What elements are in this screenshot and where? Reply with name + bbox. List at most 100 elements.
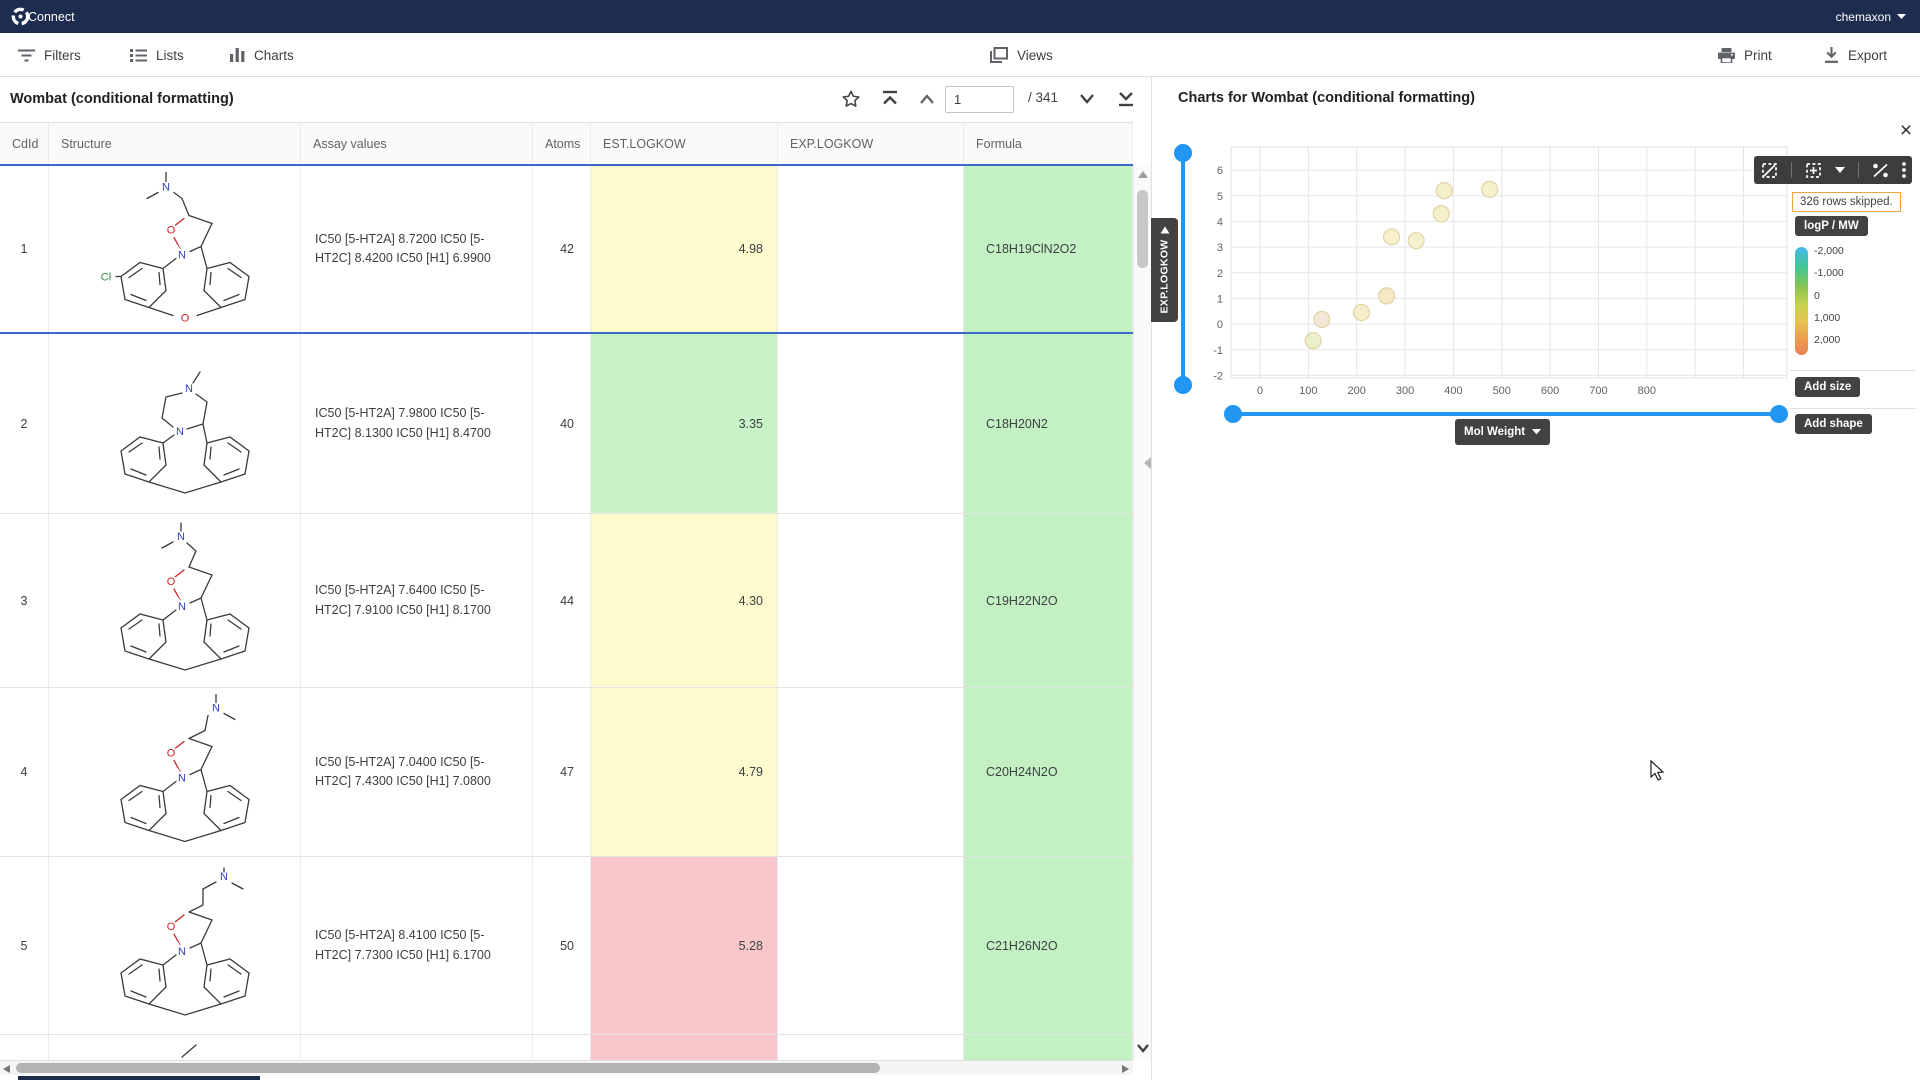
scatter-point[interactable] bbox=[1384, 229, 1400, 245]
grid-title: Wombat (conditional formatting) bbox=[10, 91, 234, 107]
cell-assay-values[interactable]: IC50 [5-HT2A] 7.0400 IC50 [5-HT2C] 7.430… bbox=[301, 688, 533, 856]
column-header-structure[interactable]: Structure bbox=[49, 123, 301, 164]
cell-est-logkow[interactable]: 4.98 bbox=[591, 165, 778, 333]
scatter-point[interactable] bbox=[1379, 288, 1395, 304]
color-by-chip[interactable]: logP / MW bbox=[1795, 216, 1868, 236]
table-row-4[interactable]: 4NONIC50 [5-HT2A] 7.0400 IC50 [5-HT2C] 7… bbox=[0, 688, 1133, 857]
page-dropdown-button[interactable] bbox=[1078, 92, 1096, 110]
cell-atoms[interactable]: 47 bbox=[533, 688, 591, 856]
table-row-1[interactable]: 1NOOClNIC50 [5-HT2A] 8.7200 IC50 [5-HT2C… bbox=[0, 165, 1133, 334]
chart-menu-icon[interactable] bbox=[1902, 162, 1906, 178]
zoom-selection-icon[interactable] bbox=[1805, 162, 1822, 179]
print-button[interactable]: Print bbox=[1718, 33, 1772, 77]
cell-exp-logkow[interactable] bbox=[778, 514, 964, 687]
scatter-point[interactable] bbox=[1305, 333, 1321, 349]
cell-structure[interactable]: NON bbox=[49, 857, 301, 1034]
scroll-up-icon[interactable] bbox=[1138, 171, 1148, 178]
table-row-2[interactable]: 2NNIC50 [5-HT2A] 7.9800 IC50 [5-HT2C] 8.… bbox=[0, 334, 1133, 514]
color-scale-tick: 2,000 bbox=[1814, 334, 1840, 346]
cell-assay-values[interactable]: IC50 [5-HT2A] 7.9800 IC50 [5-HT2C] 8.130… bbox=[301, 334, 533, 513]
vertical-scroll-thumb[interactable] bbox=[1137, 190, 1148, 268]
cell-exp-logkow[interactable] bbox=[778, 857, 964, 1034]
column-header-exp-logkow[interactable]: EXP.LOGKOW bbox=[778, 123, 964, 164]
cell-formula[interactable]: C21H26N2O bbox=[964, 857, 1133, 1034]
svg-text:N: N bbox=[178, 772, 186, 784]
export-button[interactable]: Export bbox=[1824, 33, 1887, 77]
column-header-cdid[interactable]: CdId bbox=[0, 123, 49, 164]
cell-atoms[interactable]: 44 bbox=[533, 514, 591, 687]
add-size-button[interactable]: Add size bbox=[1795, 377, 1860, 397]
horizontal-scroll-thumb[interactable] bbox=[16, 1063, 880, 1073]
cell-structure[interactable]: NOOClN bbox=[49, 165, 301, 333]
scroll-left-icon[interactable] bbox=[3, 1065, 10, 1073]
x-axis-field-button[interactable]: Mol Weight bbox=[1455, 419, 1550, 445]
cell-exp-logkow[interactable] bbox=[778, 334, 964, 513]
cell-cdid[interactable]: 4 bbox=[0, 688, 49, 856]
cell-cdid[interactable]: 1 bbox=[0, 165, 49, 333]
scroll-to-bottom-icon[interactable] bbox=[1136, 1043, 1150, 1053]
toggle-points-icon[interactable] bbox=[1872, 163, 1889, 178]
cell-exp-logkow[interactable] bbox=[778, 165, 964, 333]
cell-atoms[interactable]: 40 bbox=[533, 334, 591, 513]
first-page-button[interactable] bbox=[881, 90, 899, 112]
views-button[interactable]: Views bbox=[990, 33, 1053, 77]
cell-formula[interactable]: C18H20N2 bbox=[964, 334, 1133, 513]
column-header-est-logkow[interactable]: EST.LOGKOW bbox=[591, 123, 778, 164]
last-page-button[interactable] bbox=[1117, 90, 1135, 112]
y-axis-field-tab[interactable]: EXP.LOGKOW bbox=[1151, 218, 1178, 322]
cell-structure[interactable]: NON bbox=[49, 688, 301, 856]
cell-est-logkow[interactable]: 5.28 bbox=[591, 857, 778, 1034]
cell-est-logkow[interactable]: 4.79 bbox=[591, 688, 778, 856]
column-header-atoms[interactable]: Atoms bbox=[533, 123, 591, 164]
scatter-point[interactable] bbox=[1482, 181, 1498, 197]
table-row-partial[interactable] bbox=[0, 1035, 1133, 1060]
scatter-point[interactable] bbox=[1354, 305, 1370, 321]
cell-assay-values[interactable]: IC50 [5-HT2A] 7.6400 IC50 [5-HT2C] 7.910… bbox=[301, 514, 533, 687]
cell-est-logkow[interactable]: 3.35 bbox=[591, 334, 778, 513]
cell-cdid[interactable]: 5 bbox=[0, 857, 49, 1034]
cell-formula[interactable]: C20H24N2O bbox=[964, 688, 1133, 856]
cell-atoms[interactable]: 42 bbox=[533, 165, 591, 333]
filters-button[interactable]: Filters bbox=[18, 33, 81, 77]
scatter-point[interactable] bbox=[1314, 311, 1330, 327]
y-range-slider-track[interactable] bbox=[1181, 153, 1185, 385]
table-horizontal-scrollbar[interactable] bbox=[0, 1060, 1133, 1075]
close-charts-button[interactable]: × bbox=[1893, 118, 1919, 144]
cell-structure[interactable]: NON bbox=[49, 514, 301, 687]
cell-structure[interactable]: NN bbox=[49, 334, 301, 513]
previous-page-button[interactable] bbox=[918, 92, 936, 110]
scatter-plot[interactable]: -2-101234560100200300400500600700800 bbox=[1200, 140, 1812, 406]
cell-cdid[interactable]: 3 bbox=[0, 514, 49, 687]
cell-exp-logkow[interactable] bbox=[778, 688, 964, 856]
scatter-point[interactable] bbox=[1408, 233, 1424, 249]
selection-mode-icon[interactable] bbox=[1761, 162, 1778, 179]
scatter-point[interactable] bbox=[1433, 206, 1449, 222]
column-header-formula[interactable]: Formula bbox=[964, 123, 1133, 164]
x-range-slider-handle-right[interactable] bbox=[1770, 405, 1788, 423]
zoom-dropdown-icon[interactable] bbox=[1835, 167, 1845, 174]
y-range-slider-handle-bottom[interactable] bbox=[1174, 376, 1192, 394]
scroll-right-icon[interactable] bbox=[1122, 1065, 1129, 1073]
lists-button[interactable]: Lists bbox=[130, 33, 184, 77]
cell-assay-values[interactable]: IC50 [5-HT2A] 8.4100 IC50 [5-HT2C] 7.730… bbox=[301, 857, 533, 1034]
cell-atoms[interactable]: 50 bbox=[533, 857, 591, 1034]
cell-formula[interactable]: C18H19ClN2O2 bbox=[964, 165, 1133, 333]
column-header-assay-values[interactable]: Assay values bbox=[301, 123, 533, 164]
table-row-3[interactable]: 3NONIC50 [5-HT2A] 7.6400 IC50 [5-HT2C] 7… bbox=[0, 514, 1133, 688]
table-row-5[interactable]: 5NONIC50 [5-HT2A] 8.4100 IC50 [5-HT2C] 7… bbox=[0, 857, 1133, 1035]
divider-collapse-handle[interactable] bbox=[1142, 456, 1152, 470]
table-vertical-scrollbar[interactable] bbox=[1133, 165, 1151, 1060]
favorite-star-icon[interactable] bbox=[840, 88, 862, 115]
scatter-point[interactable] bbox=[1436, 183, 1452, 199]
charts-button[interactable]: Charts bbox=[230, 33, 294, 77]
x-range-slider-track[interactable] bbox=[1233, 412, 1779, 416]
cell-cdid[interactable]: 2 bbox=[0, 334, 49, 513]
user-menu[interactable]: chemaxon bbox=[1836, 10, 1906, 24]
cell-formula[interactable]: C19H22N2O bbox=[964, 514, 1133, 687]
y-range-slider-handle-top[interactable] bbox=[1174, 144, 1192, 162]
x-range-slider-handle-left[interactable] bbox=[1224, 405, 1242, 423]
cell-est-logkow[interactable]: 4.30 bbox=[591, 514, 778, 687]
cell-assay-values[interactable]: IC50 [5-HT2A] 8.7200 IC50 [5-HT2C] 8.420… bbox=[301, 165, 533, 333]
add-shape-button[interactable]: Add shape bbox=[1795, 414, 1872, 434]
page-number-input[interactable] bbox=[945, 86, 1014, 113]
